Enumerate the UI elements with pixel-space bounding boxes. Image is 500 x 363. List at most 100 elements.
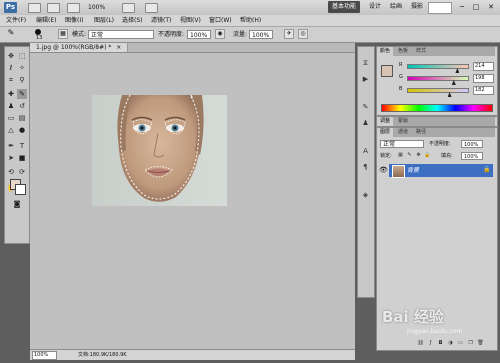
menu-filter[interactable]: 滤镜(T): [151, 15, 171, 26]
red-value-input[interactable]: 214: [473, 62, 494, 71]
tab-layers[interactable]: 图层: [377, 128, 394, 137]
tab-adjustments[interactable]: 调整: [377, 117, 394, 126]
workspace-painting[interactable]: 绘画: [386, 1, 406, 13]
eyedropper-icon[interactable]: ⚲: [17, 75, 27, 85]
crop-icon[interactable]: ⌗: [6, 75, 16, 85]
eraser-icon[interactable]: ▭: [6, 113, 16, 123]
screen-mode-icon[interactable]: [145, 3, 158, 13]
minimize-icon[interactable]: ─: [456, 2, 468, 12]
tab-masks[interactable]: 蒙版: [395, 117, 411, 126]
paragraph-panel-icon[interactable]: ¶: [361, 163, 370, 172]
opacity-input[interactable]: 100%: [187, 30, 211, 39]
tab-color[interactable]: 颜色: [377, 47, 394, 56]
brush-panel-toggle-icon[interactable]: ▦: [58, 29, 68, 39]
tab-swatches[interactable]: 色板: [395, 47, 411, 56]
baidu-watermark: Bai 经验: [382, 308, 444, 326]
healing-icon[interactable]: ✚: [6, 89, 16, 99]
workspace-essentials[interactable]: 基本功能: [328, 1, 361, 13]
layer-visibility-icon[interactable]: 👁: [379, 164, 388, 177]
path-select-icon[interactable]: ➤: [6, 153, 16, 163]
clone-source-icon[interactable]: ♟: [361, 119, 370, 128]
history-brush-icon[interactable]: ↺: [17, 101, 27, 111]
tab-styles[interactable]: 样式: [413, 47, 429, 56]
quick-select-icon[interactable]: ✧: [17, 63, 27, 73]
cs-live-search[interactable]: [428, 2, 452, 14]
delete-layer-icon[interactable]: 🗑: [477, 340, 484, 347]
menu-layer[interactable]: 图层(L): [94, 15, 114, 26]
background-color-swatch[interactable]: [15, 184, 26, 195]
blur-icon[interactable]: △: [6, 125, 16, 135]
tab-paths[interactable]: 路径: [413, 128, 429, 137]
layer-row-background[interactable]: 背景 🔒: [389, 164, 493, 178]
history-panel-icon[interactable]: ⧖: [361, 59, 370, 68]
workspace-design[interactable]: 设计: [365, 1, 385, 13]
3d-orbit-icon[interactable]: ⟳: [17, 167, 27, 177]
red-slider[interactable]: [407, 64, 469, 69]
brush-icon[interactable]: ✎: [17, 89, 27, 99]
brush-tool-preset-icon[interactable]: ✎: [6, 29, 16, 39]
new-group-icon[interactable]: ▭: [457, 340, 464, 347]
menu-window[interactable]: 窗口(W): [209, 15, 232, 26]
color-foreground-swatch[interactable]: [381, 65, 393, 77]
lock-transparency-icon[interactable]: ▦: [397, 152, 404, 159]
menu-select[interactable]: 选择(S): [122, 15, 143, 26]
layer-style-icon[interactable]: ƒ: [427, 340, 434, 347]
color-spectrum-bar[interactable]: [381, 104, 493, 112]
maximize-icon[interactable]: □: [470, 2, 482, 12]
lock-position-icon[interactable]: ✥: [415, 152, 422, 159]
menu-edit[interactable]: 编辑(E): [36, 15, 56, 26]
view-extras-icon[interactable]: [67, 3, 80, 13]
marquee-icon[interactable]: ⬚: [17, 51, 27, 61]
app-zoom-level[interactable]: 100%: [88, 2, 105, 13]
blue-value-input[interactable]: 182: [473, 86, 494, 95]
menu-view[interactable]: 视图(V): [180, 15, 201, 26]
status-zoom-input[interactable]: 100%: [32, 351, 57, 360]
pen-icon[interactable]: ✒: [6, 141, 16, 151]
add-mask-icon[interactable]: ◘: [437, 340, 444, 347]
character-panel-icon[interactable]: A: [361, 147, 370, 156]
document-image[interactable]: [92, 95, 227, 206]
layer-opacity-label: 不透明度:: [429, 141, 451, 147]
blend-mode-select[interactable]: 正常: [380, 140, 424, 148]
adjustment-layer-icon[interactable]: ◑: [447, 340, 454, 347]
3d-panel-icon[interactable]: ◈: [361, 191, 370, 200]
flow-input[interactable]: 100%: [249, 30, 273, 39]
shape-icon[interactable]: ■: [17, 153, 27, 163]
document-tab[interactable]: 1.jpg @ 100%(RGB/8#) * ×: [30, 43, 129, 52]
airbrush-icon[interactable]: ✈: [284, 29, 294, 39]
menu-help[interactable]: 帮助(H): [240, 15, 261, 26]
menu-file[interactable]: 文件(F): [6, 15, 26, 26]
lasso-icon[interactable]: ℓ: [6, 63, 16, 73]
actions-panel-icon[interactable]: ▶: [361, 75, 370, 84]
new-layer-icon[interactable]: ❐: [467, 340, 474, 347]
dodge-icon[interactable]: ●: [17, 125, 27, 135]
lock-all-icon[interactable]: 🔒: [424, 152, 431, 159]
fill-input[interactable]: 100%: [461, 152, 483, 160]
layer-opacity-input[interactable]: 100%: [461, 140, 483, 148]
link-layers-icon[interactable]: ⛓: [417, 340, 424, 347]
mini-bridge-icon[interactable]: [47, 3, 60, 13]
document-close-icon[interactable]: ×: [116, 44, 121, 51]
green-value-input[interactable]: 198: [473, 74, 494, 83]
move-icon[interactable]: ✥: [6, 51, 16, 61]
pressure-opacity-icon[interactable]: ◉: [215, 29, 225, 39]
gradient-icon[interactable]: ▤: [17, 113, 27, 123]
mode-select[interactable]: 正常: [88, 30, 154, 39]
brush-panel-icon[interactable]: ✎: [361, 103, 370, 112]
arrange-documents-icon[interactable]: [122, 3, 135, 13]
pressure-size-icon[interactable]: ◎: [298, 29, 308, 39]
workspace-photography[interactable]: 摄影: [407, 1, 427, 13]
lock-pixels-icon[interactable]: ✎: [406, 152, 413, 159]
status-document-info[interactable]: 文档:180.9K/180.9K: [78, 350, 127, 360]
green-slider[interactable]: [407, 76, 469, 81]
adjustments-panel: 调整 蒙版: [376, 116, 498, 127]
3d-rotate-icon[interactable]: ⟲: [6, 167, 16, 177]
tab-channels[interactable]: 通道: [395, 128, 411, 137]
close-icon[interactable]: ✕: [485, 2, 497, 12]
type-icon[interactable]: T: [17, 141, 27, 151]
bridge-icon[interactable]: [28, 3, 41, 13]
clone-stamp-icon[interactable]: ♟: [6, 101, 16, 111]
blue-slider[interactable]: [407, 88, 469, 93]
menu-image[interactable]: 图像(I): [65, 15, 83, 26]
quick-mask-icon[interactable]: ◙: [12, 199, 22, 209]
